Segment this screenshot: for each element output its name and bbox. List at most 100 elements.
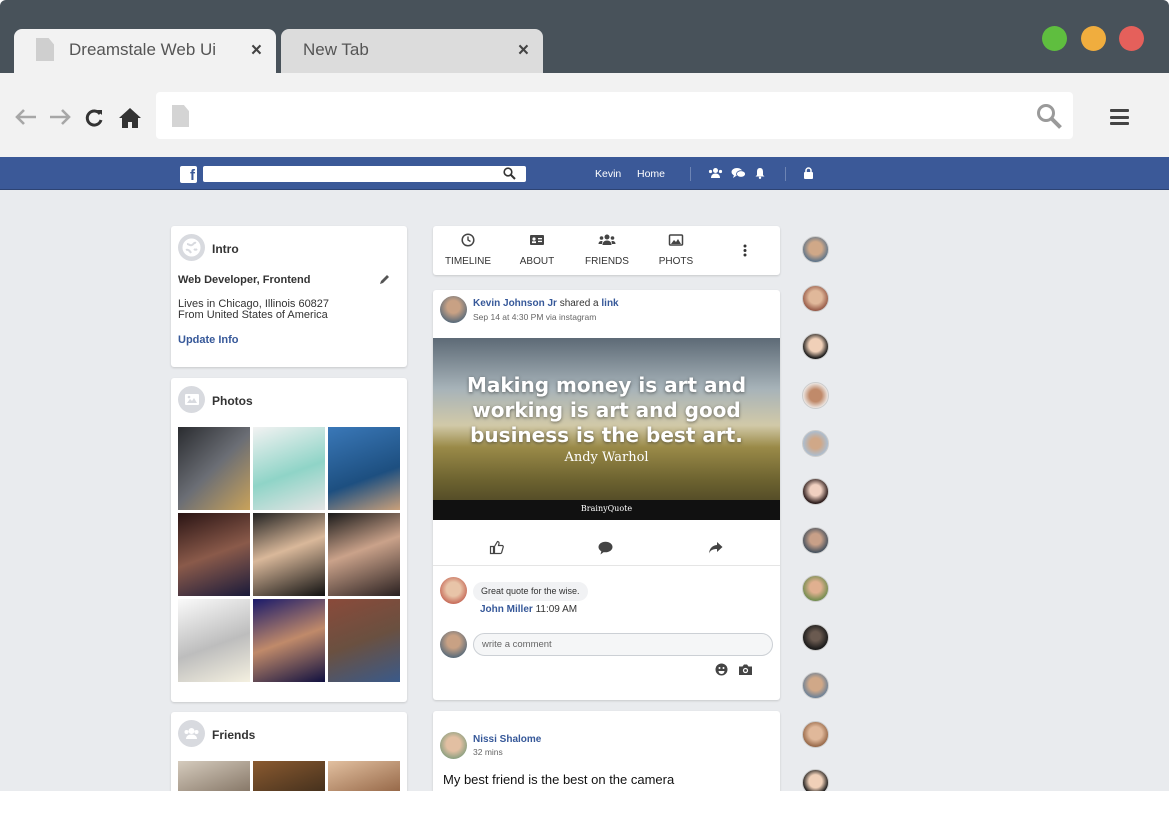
search-icon[interactable] — [1036, 103, 1063, 130]
author-avatar[interactable] — [440, 732, 467, 759]
photo-thumb[interactable] — [178, 513, 250, 596]
comment-bubble: Great quote for the wise. — [473, 582, 588, 601]
brainyquote-logo: BrainyQuote — [580, 504, 633, 513]
quote-line: Making money is art and — [466, 373, 747, 397]
friend-thumb[interactable] — [253, 761, 325, 791]
post-card: Kevin Johnson Jr shared a link Sep 14 at… — [433, 290, 780, 700]
post-link[interactable]: link — [601, 298, 618, 309]
chat-friend-avatar[interactable] — [802, 527, 829, 554]
browser-toolbar — [0, 73, 1169, 157]
tab-title: New Tab — [303, 40, 369, 59]
quote-line: business is the best art. — [470, 423, 743, 447]
facebook-navbar: f Kevin Home — [0, 157, 1169, 190]
chat-friend-avatar[interactable] — [802, 672, 829, 699]
comment-time: 11:09 AM — [535, 604, 578, 615]
back-arrow-icon[interactable] — [14, 107, 38, 127]
close-window-button[interactable] — [1119, 26, 1144, 51]
photo-thumb[interactable] — [328, 513, 400, 596]
post-author[interactable]: Kevin Johnson Jr — [473, 298, 557, 309]
chat-friend-avatar[interactable] — [802, 382, 829, 409]
friend-requests-icon[interactable] — [708, 167, 723, 179]
author-avatar[interactable] — [440, 296, 467, 323]
minimize-button[interactable] — [1081, 26, 1106, 51]
intro-title: Intro — [212, 242, 239, 256]
post-meta: 32 mins — [473, 747, 503, 757]
tab-new-tab[interactable]: New Tab × — [281, 29, 543, 73]
current-user-avatar — [440, 631, 467, 658]
photo-thumb[interactable] — [253, 513, 325, 596]
maximize-button[interactable] — [1042, 26, 1067, 51]
photo-thumb[interactable] — [328, 599, 400, 682]
like-thumb-icon[interactable] — [489, 540, 504, 555]
chat-friend-avatar[interactable] — [802, 478, 829, 505]
facebook-search-input[interactable] — [203, 166, 526, 182]
photos-card: Photos — [171, 378, 407, 702]
nav-link-profile[interactable]: Kevin — [595, 168, 621, 180]
reload-icon[interactable] — [84, 108, 104, 128]
post-card: Nissi Shalome 32 mins My best friend is … — [433, 711, 780, 791]
chat-friend-avatar[interactable] — [802, 430, 829, 457]
update-info-link[interactable]: Update Info — [178, 334, 239, 346]
tab-photos[interactable]: PHOTS — [641, 226, 711, 267]
friends-title: Friends — [212, 728, 256, 742]
edit-pencil-icon[interactable] — [378, 274, 390, 286]
chat-friend-avatar[interactable] — [802, 333, 829, 360]
intro-card: Intro Web Developer, Frontend Lives in C… — [171, 226, 407, 367]
chat-friend-avatar[interactable] — [802, 575, 829, 602]
address-bar[interactable] — [156, 92, 1073, 139]
more-options-icon[interactable] — [743, 244, 747, 257]
profile-tabs: TIMELINE ABOUT FRIENDS PHOTS — [433, 226, 780, 275]
image-icon — [178, 386, 205, 413]
messages-icon[interactable] — [731, 167, 746, 179]
people-icon — [598, 234, 616, 245]
photo-thumb[interactable] — [328, 427, 400, 510]
tab-about[interactable]: ABOUT — [502, 226, 572, 267]
tab-label: FRIENDS — [585, 256, 629, 267]
friends-card: Friends — [171, 712, 407, 791]
close-icon[interactable]: × — [251, 40, 262, 62]
comment-placeholder: write a comment — [482, 639, 552, 650]
close-icon[interactable]: × — [518, 40, 529, 62]
notifications-bell-icon[interactable] — [754, 167, 766, 179]
comment-author[interactable]: John Miller — [480, 604, 533, 615]
quote-author: Andy Warhol — [564, 450, 649, 465]
chat-friend-avatar[interactable] — [802, 624, 829, 651]
commenter-avatar[interactable] — [440, 577, 467, 604]
photo-thumb[interactable] — [253, 427, 325, 510]
post-shared-text: shared a — [559, 298, 599, 309]
forward-arrow-icon[interactable] — [48, 107, 72, 127]
lock-icon[interactable] — [803, 167, 814, 179]
comment-bubble-icon[interactable] — [598, 541, 613, 555]
camera-icon[interactable] — [738, 663, 753, 676]
share-arrow-icon[interactable] — [708, 541, 723, 554]
tab-friends[interactable]: FRIENDS — [572, 226, 642, 267]
comment-input[interactable]: write a comment — [473, 633, 773, 656]
photo-thumb[interactable] — [178, 427, 250, 510]
photo-thumb[interactable] — [178, 599, 250, 682]
hamburger-menu-icon[interactable] — [1110, 109, 1129, 125]
chat-friend-avatar[interactable] — [802, 236, 829, 263]
browser-window: Dreamstale Web Ui × New Tab × f Kevin Ho — [0, 0, 1169, 791]
emoji-icon[interactable] — [715, 663, 728, 676]
tab-dreamstale[interactable]: Dreamstale Web Ui × — [14, 29, 276, 73]
tab-timeline[interactable]: TIMELINE — [433, 226, 503, 267]
search-icon[interactable] — [503, 167, 516, 180]
browser-titlebar: Dreamstale Web Ui × New Tab × — [0, 0, 1169, 73]
divider — [785, 167, 786, 181]
post-meta: Sep 14 at 4:30 PM via instagram — [473, 312, 597, 322]
friend-thumb[interactable] — [178, 761, 250, 791]
home-icon[interactable] — [118, 107, 142, 129]
comment-meta: John Miller 11:09 AM — [480, 604, 577, 615]
post-author[interactable]: Nissi Shalome — [473, 734, 541, 745]
nav-link-home[interactable]: Home — [637, 168, 665, 180]
friend-thumb[interactable] — [328, 761, 400, 791]
quote-image[interactable]: Making money is art and working is art a… — [433, 338, 780, 520]
chat-friend-avatar[interactable] — [802, 769, 829, 791]
chat-friend-avatar[interactable] — [802, 721, 829, 748]
people-icon — [178, 720, 205, 747]
facebook-logo-icon[interactable]: f — [180, 166, 197, 183]
page-icon — [172, 105, 189, 127]
quote-line: working is art and good — [472, 398, 741, 422]
photo-thumb[interactable] — [253, 599, 325, 682]
chat-friend-avatar[interactable] — [802, 285, 829, 312]
